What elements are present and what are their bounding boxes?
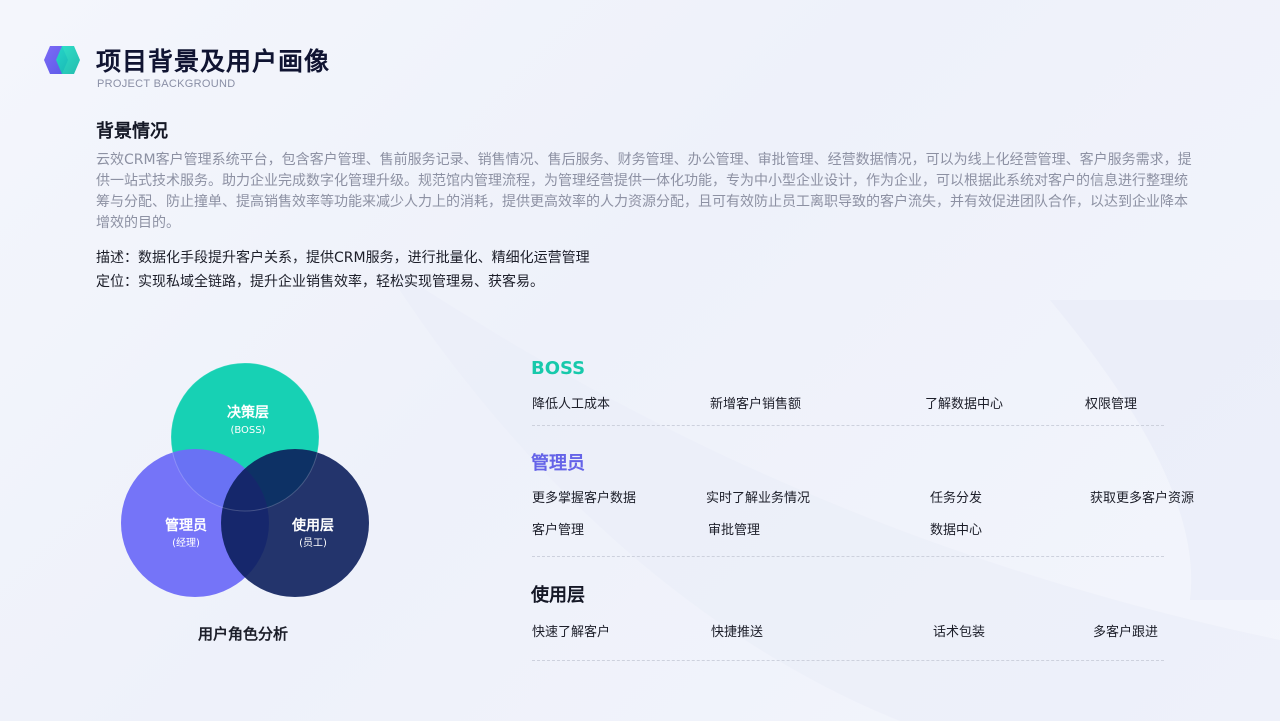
- boss-item: 新增客户销售额: [710, 397, 802, 412]
- venn-label-admin: 管理员: [165, 517, 207, 534]
- boss-item: 了解数据中心: [925, 397, 1004, 412]
- venn-label-user: 使用层: [291, 517, 334, 534]
- user-item: 多客户跟进: [1093, 625, 1159, 640]
- page-title: 项目背景及用户画像: [96, 47, 331, 76]
- venn-sub-admin: (经理): [172, 536, 200, 549]
- venn-caption: 用户角色分析: [198, 625, 289, 643]
- divider: [532, 660, 1164, 661]
- admin-item: 数据中心: [930, 523, 983, 538]
- admin-item: 客户管理: [532, 523, 585, 538]
- boss-item: 降低人工成本: [532, 397, 611, 412]
- role-heading-admin: 管理员: [531, 453, 585, 474]
- admin-item: 任务分发: [930, 491, 983, 506]
- divider: [532, 425, 1164, 426]
- boss-item: 权限管理: [1085, 397, 1138, 412]
- user-item: 话术包装: [933, 625, 986, 640]
- venn-sub-user: (员工): [299, 537, 327, 549]
- user-item: 快速了解客户: [532, 625, 611, 640]
- venn-label-boss: 决策层: [227, 404, 269, 421]
- user-role-venn-diagram: 决策层 (BOSS) 管理员 (经理) 使用层 (员工): [121, 362, 369, 597]
- admin-item: 更多掌握客户数据: [532, 491, 637, 506]
- admin-item: 获取更多客户资源: [1090, 491, 1195, 506]
- background-heading: 背景情况: [96, 121, 168, 142]
- venn-sub-boss: (BOSS): [230, 425, 265, 436]
- positioning-line: 定位：实现私域全链路，提升企业销售效率，轻松实现管理易、获客易。: [96, 274, 544, 290]
- background-paragraph: 云效CRM客户管理系统平台，包含客户管理、售前服务记录、销售情况、售后服务、财务…: [96, 152, 1192, 231]
- page-subtitle: PROJECT BACKGROUND: [97, 78, 236, 90]
- divider: [532, 556, 1164, 557]
- role-heading-boss: BOSS: [531, 358, 586, 379]
- admin-item: 审批管理: [708, 523, 761, 538]
- logo-hexagon-icon: [44, 46, 80, 74]
- description-line: 描述：数据化手段提升客户关系，提供CRM服务，进行批量化、精细化运营管理: [96, 250, 590, 266]
- admin-item: 实时了解业务情况: [706, 491, 811, 506]
- user-item: 快捷推送: [711, 625, 764, 640]
- role-heading-user: 使用层: [531, 585, 585, 606]
